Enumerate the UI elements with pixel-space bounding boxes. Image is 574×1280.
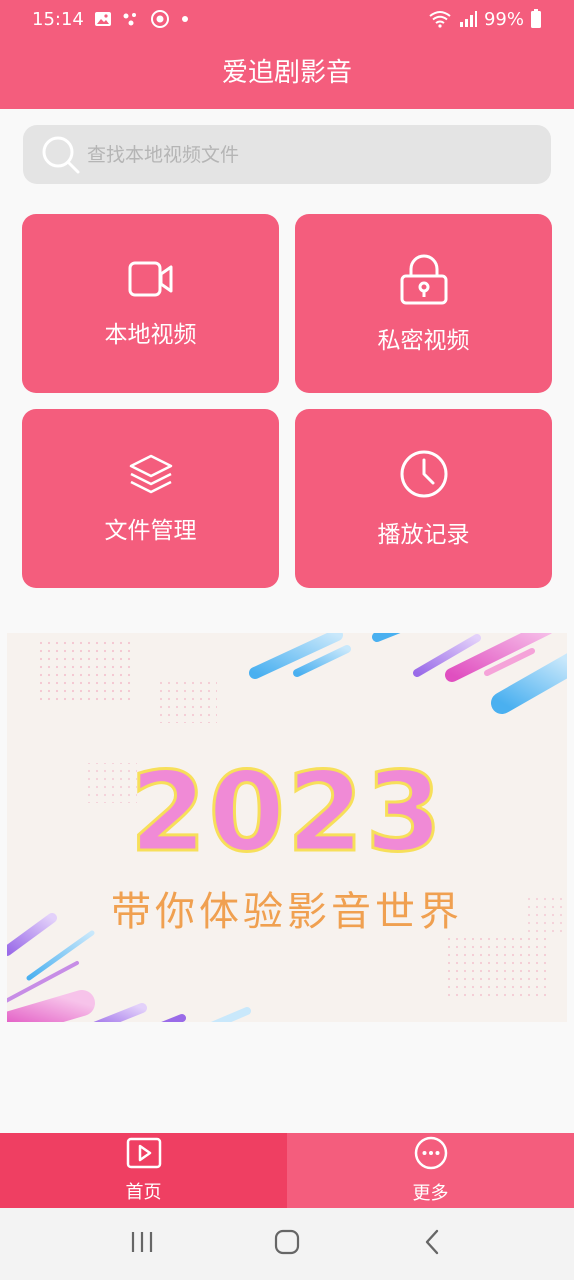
recent-apps-button[interactable] — [112, 1219, 172, 1269]
page-title: 爱追剧影音 — [221, 58, 352, 88]
play-square-icon — [126, 1137, 162, 1174]
nav-label: 首页 — [125, 1182, 162, 1203]
battery-percent: 99% — [483, 8, 524, 30]
layers-icon — [128, 453, 174, 499]
tile-label: 文件管理 — [104, 517, 197, 544]
status-right: 99% — [428, 9, 542, 30]
tile-label: 播放记录 — [377, 521, 470, 548]
nav-item-home[interactable]: 首页 — [0, 1133, 287, 1208]
recent-apps-icon — [129, 1230, 155, 1258]
battery-icon — [530, 9, 542, 29]
tile-private-video[interactable]: 私密视频 — [295, 214, 552, 393]
home-button[interactable] — [257, 1219, 317, 1269]
dots-notification-icon — [122, 10, 140, 28]
status-time: 15:14 — [32, 8, 84, 30]
back-icon — [423, 1229, 441, 1259]
nav-label: 更多 — [412, 1183, 449, 1204]
banner-slogan: 带你体验影音世界 — [111, 889, 463, 935]
wifi-icon — [428, 10, 452, 28]
nav-item-more[interactable]: 更多 — [287, 1133, 574, 1208]
tile-file-manager[interactable]: 文件管理 — [22, 409, 279, 588]
more-notifications-dot-icon — [180, 14, 190, 24]
back-button[interactable] — [402, 1219, 462, 1269]
system-nav-bar — [0, 1208, 574, 1280]
signal-icon — [458, 10, 478, 28]
record-notification-icon — [150, 9, 170, 29]
tile-label: 本地视频 — [104, 321, 197, 348]
status-bar: 15:14 99% — [0, 0, 574, 38]
search-input[interactable] — [87, 143, 551, 166]
video-camera-icon — [128, 259, 174, 303]
tile-play-history[interactable]: 播放记录 — [295, 409, 552, 588]
promo-banner[interactable]: 2023 带你体验影音世界 — [7, 633, 567, 1022]
clock-icon — [399, 449, 449, 503]
search-bar[interactable] — [23, 125, 551, 184]
tile-local-video[interactable]: 本地视频 — [22, 214, 279, 393]
home-icon — [274, 1229, 300, 1259]
status-left: 15:14 — [32, 9, 190, 30]
bottom-nav: 首页 更多 — [0, 1133, 574, 1208]
lock-icon — [399, 253, 449, 309]
tile-label: 私密视频 — [377, 327, 470, 354]
banner-year: 2023 — [128, 747, 445, 878]
search-icon — [41, 135, 81, 175]
more-circle-icon — [414, 1136, 448, 1175]
gallery-notification-icon — [94, 10, 112, 28]
app-header: 爱追剧影音 — [0, 38, 574, 109]
